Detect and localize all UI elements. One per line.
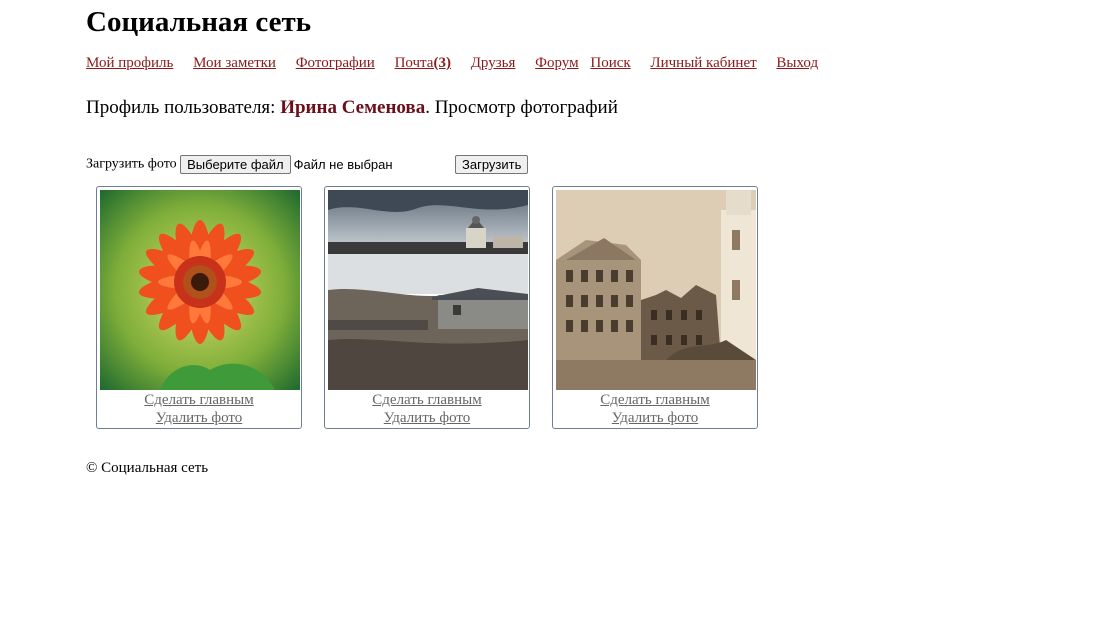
main-nav: Мой профиль Мои заметки Фотографии Почта… — [86, 55, 818, 72]
mail-count-badge: (3) — [433, 55, 451, 71]
subtitle-suffix: . Просмотр фотографий — [425, 97, 618, 118]
photo-thumbnail-flower[interactable] — [100, 190, 300, 390]
upload-label: Загрузить фото — [86, 156, 177, 172]
photo-thumbnail-lake[interactable] — [328, 190, 528, 390]
make-main-link[interactable]: Сделать главным — [372, 391, 481, 409]
footer: © Социальная сеть — [86, 460, 209, 476]
photo-card: Сделать главным Удалить фото — [96, 186, 302, 429]
photo-thumbnail-ruins[interactable] — [556, 190, 756, 390]
flower-image — [100, 190, 300, 390]
photo-card: Сделать главным Удалить фото — [552, 186, 758, 429]
ruins-image — [556, 190, 756, 390]
nav-photos[interactable]: Фотографии — [296, 55, 375, 71]
upload-submit-button[interactable]: Загрузить — [455, 155, 529, 174]
nav-logout[interactable]: Выход — [776, 55, 818, 71]
make-main-link[interactable]: Сделать главным — [600, 391, 709, 409]
file-status: Файл не выбран — [293, 157, 393, 172]
choose-file-button[interactable]: Выберите файл — [180, 155, 291, 174]
delete-photo-link[interactable]: Удалить фото — [612, 409, 698, 427]
photo-actions: Сделать главным Удалить фото — [325, 391, 529, 427]
nav-forum[interactable]: Форум — [535, 55, 578, 71]
user-name: Ирина Семенова — [280, 97, 426, 118]
delete-photo-link[interactable]: Удалить фото — [384, 409, 470, 427]
nav-search[interactable]: Поиск — [590, 55, 630, 71]
nav-my-notes[interactable]: Мои заметки — [193, 55, 276, 71]
nav-friends[interactable]: Друзья — [471, 55, 516, 71]
upload-form: Загрузить фото Выберите файл Файл не выбр… — [86, 155, 529, 174]
lake-image — [328, 190, 528, 390]
photo-card: Сделать главным Удалить фото — [324, 186, 530, 429]
nav-mail-label: Почта — [394, 55, 434, 71]
nav-my-profile[interactable]: Мой профиль — [86, 55, 173, 71]
nav-mail[interactable]: Почта(3) — [395, 55, 451, 71]
subtitle-prefix: Профиль пользователя: — [86, 97, 281, 118]
nav-account[interactable]: Личный кабинет — [650, 55, 756, 71]
page-subtitle: Профиль пользователя: Ирина Семенова. Пр… — [86, 97, 618, 119]
site-title: Социальная сеть — [86, 6, 312, 38]
make-main-link[interactable]: Сделать главным — [144, 391, 253, 409]
photo-actions: Сделать главным Удалить фото — [553, 391, 757, 427]
photo-actions: Сделать главным Удалить фото — [97, 391, 301, 427]
delete-photo-link[interactable]: Удалить фото — [156, 409, 242, 427]
